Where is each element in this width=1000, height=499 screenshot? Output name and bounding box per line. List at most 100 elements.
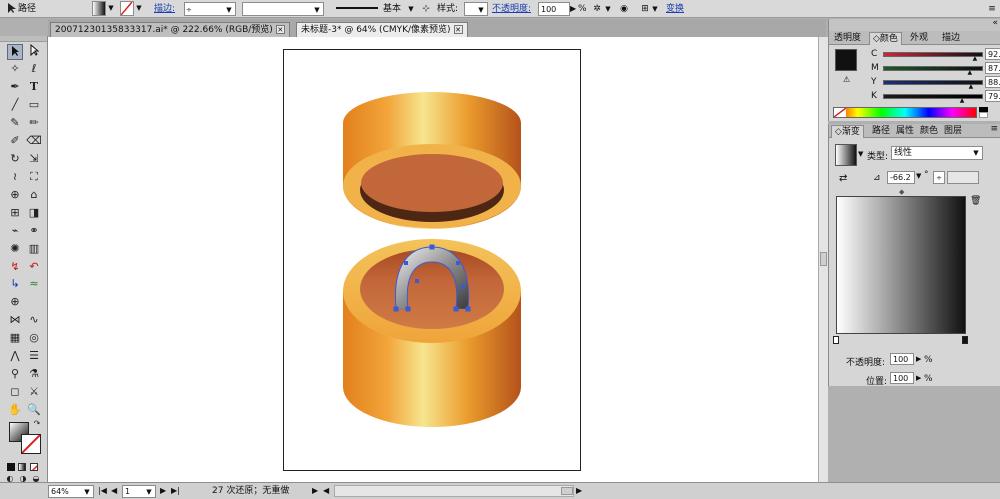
artboard-icon[interactable]: ◻ <box>7 384 23 400</box>
fill-dropdown-icon[interactable]: ▼ <box>106 1 116 15</box>
gradient-type-select[interactable]: 线性 ▼ <box>891 146 983 160</box>
rectangle-icon[interactable]: ▭ <box>26 97 42 113</box>
list-icon[interactable]: ☰ <box>26 348 42 364</box>
gradient-preview-swatch[interactable] <box>835 144 857 166</box>
stroke-weight-field[interactable]: ÷ ▼ <box>184 2 236 16</box>
scale-icon[interactable]: ⇲ <box>26 151 42 167</box>
canvas-workspace[interactable] <box>48 37 818 482</box>
status-menu-icon[interactable]: ▶ <box>312 485 318 498</box>
last-page-icon[interactable]: ▶| <box>171 485 180 498</box>
horizontal-scrollbar[interactable] <box>334 485 574 497</box>
none-swatch[interactable] <box>834 108 847 117</box>
stroke-link[interactable]: 描边: <box>154 2 175 16</box>
zoom-select[interactable]: 64% ▼ <box>48 485 94 498</box>
align-dropdown-icon[interactable]: ▼ <box>650 2 660 16</box>
blend-icon[interactable]: ⚭ <box>26 223 42 239</box>
stop-opacity-input[interactable]: 100 <box>890 353 914 365</box>
custom-tool-blue-icon[interactable]: ↳ <box>7 276 23 292</box>
scroll-left-icon[interactable]: ◀ <box>323 485 329 498</box>
variable-width-field[interactable]: ▼ <box>242 2 324 16</box>
free-transform-icon[interactable]: ⛶ <box>26 169 42 185</box>
tab-layers[interactable]: 图层 <box>941 125 965 138</box>
arrange-icon[interactable]: ⊹ <box>420 2 432 16</box>
slider-m-marker[interactable]: ▲ <box>968 70 974 76</box>
gradient-swatch-dropdown-icon[interactable]: ▼ <box>858 150 863 158</box>
gradient-tool-icon[interactable]: ◨ <box>26 205 42 221</box>
tab-attributes[interactable]: 属性 <box>893 125 917 138</box>
envelope-icon[interactable]: ⋈ <box>7 312 23 328</box>
grid-icon[interactable]: ▦ <box>7 330 23 346</box>
tab-document-1[interactable]: 20071230135833317.ai* @ 222.66% (RGB/预览)… <box>50 22 290 37</box>
tab-document-2[interactable]: 未标题-3* @ 64% (CMYK/像素预览) ✕ <box>296 22 468 37</box>
swap-colors-icon[interactable]: ↷ <box>32 419 42 429</box>
slider-m-input[interactable]: 87.5 <box>985 62 1000 74</box>
gradient-slider-preview[interactable] <box>836 196 966 334</box>
line-segment-icon[interactable]: ╱ <box>7 97 23 113</box>
none-mode-icon[interactable] <box>30 463 38 471</box>
isolate-icon[interactable]: ◉ <box>617 2 631 16</box>
current-fill-swatch[interactable] <box>835 49 857 71</box>
custom-tool-curve-icon[interactable]: ↶ <box>26 259 42 275</box>
slider-c-input[interactable]: 92.58 <box>985 48 1000 60</box>
selection-arrow-icon[interactable] <box>7 44 23 60</box>
eyedropper-alt-icon[interactable]: ⚲ <box>7 366 23 382</box>
recolor-icon[interactable]: ✲ <box>590 2 604 16</box>
slider-c-marker[interactable]: ▲ <box>973 56 979 62</box>
scrollbar-thumb[interactable] <box>820 252 827 266</box>
first-page-icon[interactable]: |◀ <box>98 485 107 498</box>
slider-c-track[interactable] <box>883 52 983 57</box>
reverse-gradient-icon[interactable]: ⇄ <box>839 173 847 184</box>
white-swatch[interactable] <box>979 112 988 118</box>
slice-icon[interactable]: ⚔ <box>26 384 42 400</box>
artboard[interactable] <box>283 49 581 471</box>
blob-brush-icon[interactable]: ✐ <box>7 133 23 149</box>
pen-icon[interactable]: ✒ <box>7 79 23 95</box>
paintbrush-icon[interactable]: ✎ <box>7 115 23 131</box>
hscroll-thumb[interactable] <box>561 487 573 495</box>
angle-dropdown-icon[interactable]: ▼ <box>916 172 921 180</box>
style-dropdown[interactable]: ▼ <box>464 2 488 16</box>
panel-menu-icon[interactable]: ≡ <box>990 124 998 134</box>
fill-swatch[interactable] <box>92 1 106 16</box>
gradient-stop-start[interactable] <box>833 336 839 344</box>
crosshair-icon[interactable]: ⊕ <box>7 294 23 310</box>
lasso-icon[interactable]: ℓ <box>26 61 42 77</box>
tab-transparency[interactable]: 透明度 <box>831 32 864 45</box>
slider-k-marker[interactable]: ▲ <box>960 98 966 104</box>
color-mode-icon[interactable] <box>7 463 15 471</box>
aspect-ratio-input[interactable]: ÷ <box>933 171 945 184</box>
lid-inner[interactable] <box>361 154 503 212</box>
angle-input[interactable]: -66.2 <box>887 171 915 184</box>
gradient-stop-end[interactable] <box>962 336 968 344</box>
custom-tool-red-icon[interactable]: ↯ <box>7 259 23 275</box>
custom-tool-green-icon[interactable]: ≈ <box>26 276 42 292</box>
tab-pathfinder[interactable]: 路径 <box>869 125 893 138</box>
tab-gradient[interactable]: ◇渐变 <box>831 125 864 138</box>
column-graph-icon[interactable]: ▥ <box>26 241 42 257</box>
direct-select-icon[interactable] <box>26 43 42 60</box>
tab-appearance[interactable]: 外观 <box>907 32 931 45</box>
rotate-icon[interactable]: ↻ <box>7 151 23 167</box>
opacity-link[interactable]: 不透明度: <box>492 2 531 16</box>
hand-icon[interactable]: ✋ <box>7 402 23 418</box>
zigzag-icon[interactable]: ⋀ <box>7 348 23 364</box>
scroll-right-icon[interactable]: ▶ <box>576 485 582 498</box>
stop-location-arrow-icon[interactable]: ▶ <box>916 374 921 382</box>
slider-k-input[interactable]: 79.69 <box>985 90 1000 102</box>
wave-icon[interactable]: ∿ <box>26 312 42 328</box>
page-select[interactable]: 1 ▼ <box>122 485 156 498</box>
symbol-sprayer-icon[interactable]: ✺ <box>7 241 23 257</box>
magic-wand-icon[interactable]: ✧ <box>7 61 23 77</box>
slider-k-track[interactable] <box>883 94 983 99</box>
pencil-icon[interactable]: ✏ <box>26 115 42 131</box>
slider-y-marker[interactable]: ▲ <box>969 84 975 90</box>
close-icon[interactable]: ✕ <box>275 25 285 34</box>
panel-menu-icon[interactable]: ≡ <box>987 2 997 16</box>
perspective-grid-icon[interactable]: ⌂ <box>26 187 42 203</box>
shape-builder-icon[interactable]: ⊕ <box>7 187 23 203</box>
type-icon[interactable]: T <box>26 79 42 95</box>
stroke-profile-dropdown-icon[interactable]: ▼ <box>406 2 416 16</box>
stroke-color-box[interactable] <box>21 434 41 454</box>
stroke-swatch[interactable] <box>120 1 134 16</box>
tab-color-2[interactable]: 颜色 <box>917 125 941 138</box>
